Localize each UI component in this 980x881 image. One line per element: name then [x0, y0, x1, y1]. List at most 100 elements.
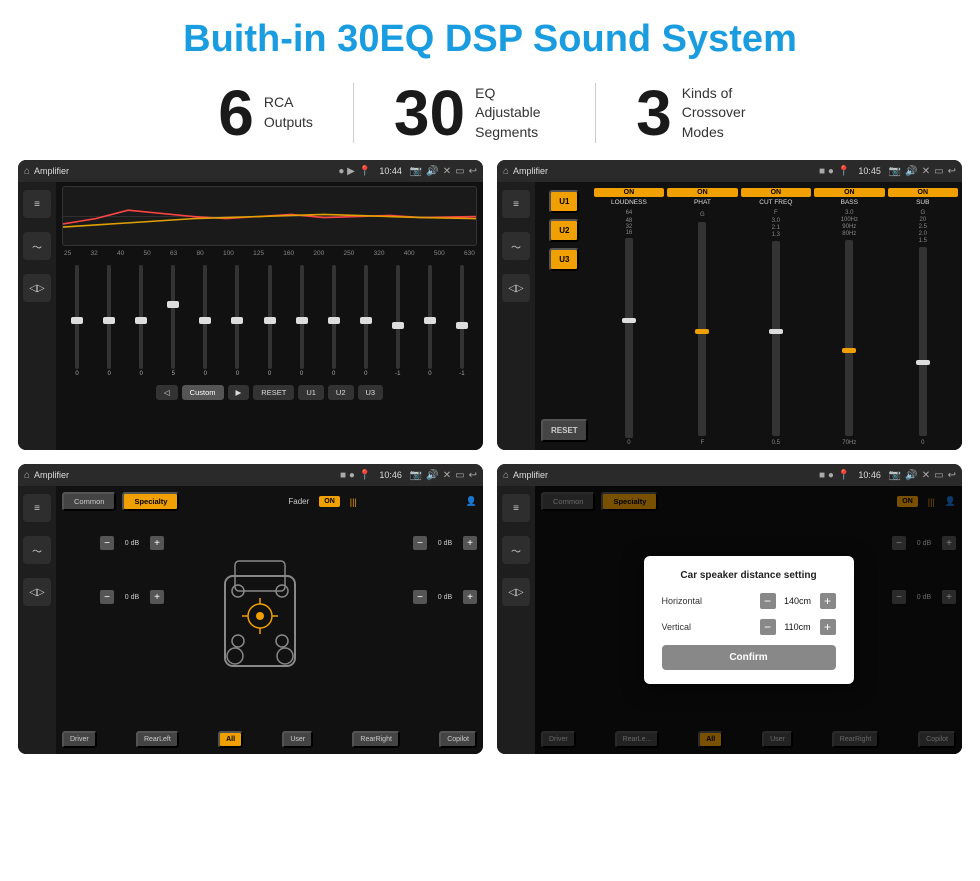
eq-slider-3: 5	[158, 265, 188, 377]
eq-slider-2: 0	[126, 265, 156, 377]
vertical-minus-btn[interactable]: −	[760, 619, 776, 635]
status-bar-1: ⌂ Amplifier ● ▶ 📍 10:44 📷 🔊 ✕ ▭ ↩	[18, 160, 483, 182]
dist-sidebar-btn-3[interactable]: ◁▷	[502, 578, 530, 606]
eq-slider-0: 0	[62, 265, 92, 377]
ch2-plus[interactable]: +	[150, 590, 164, 604]
x-icon-4: ✕	[922, 470, 930, 481]
rect-icon-1: ▭	[455, 166, 464, 177]
page-title: Buith-in 30EQ DSP Sound System	[0, 0, 980, 71]
time-1: 10:44	[379, 166, 402, 176]
stat-eq-text: EQ AdjustableSegments	[475, 84, 555, 143]
ch-row-1: − 0 dB +	[100, 536, 164, 550]
app-name-1: Amplifier	[34, 166, 334, 176]
copilot-btn-3[interactable]: Copilot	[439, 731, 477, 748]
vertical-row: Vertical − 110cm +	[662, 619, 836, 635]
xover-sidebar-btn-2[interactable]: 〜	[502, 232, 530, 260]
rearright-btn-3[interactable]: RearRight	[352, 731, 400, 748]
reset-preset-btn[interactable]: RESET	[541, 419, 588, 442]
eq-slider-8: 0	[319, 265, 349, 377]
dots-icon-4: ■ ●	[819, 470, 834, 481]
eq-sidebar-btn-2[interactable]: 〜	[23, 232, 51, 260]
driver-btn-3[interactable]: Driver	[62, 731, 97, 748]
eq-freq-labels: 253240506380100125160200250320400500630	[62, 250, 477, 257]
custom-btn[interactable]: Custom	[182, 385, 224, 400]
ch3-minus[interactable]: −	[413, 536, 427, 550]
common-tab-3[interactable]: Common	[62, 492, 116, 511]
u2-btn[interactable]: U2	[328, 385, 354, 400]
xover-main: U1 U2 U3 RESET ON LOUDNESS	[535, 182, 962, 450]
preset-col: U1 U2 U3 RESET	[539, 186, 590, 446]
vol-icon-2: 🔊	[905, 166, 917, 177]
ch-row-3: − 0 dB +	[413, 536, 477, 550]
confirm-button[interactable]: Confirm	[662, 645, 836, 670]
stat-crossover-text: Kinds ofCrossover Modes	[682, 84, 762, 143]
app-name-2: Amplifier	[513, 166, 815, 176]
fader-on-3: ON	[319, 496, 340, 507]
ch4-plus[interactable]: +	[463, 590, 477, 604]
vslider-cutfreq: F 3.0 2.1 1.3 0.5	[741, 210, 811, 446]
u3-preset-btn[interactable]: U3	[549, 248, 579, 271]
fader-bars-3: |||	[350, 497, 357, 507]
prev-btn[interactable]: ◁	[156, 385, 178, 400]
vertical-plus-btn[interactable]: +	[820, 619, 836, 635]
time-2: 10:45	[858, 166, 881, 176]
fader-sidebar-btn-2[interactable]: 〜	[23, 536, 51, 564]
eq-slider-5: 0	[222, 265, 252, 377]
eq-content: 253240506380100125160200250320400500630 …	[56, 182, 483, 450]
fader4-main: Common Specialty ON ||| 👤 Driver RearLe.…	[535, 486, 962, 754]
car-diagram	[210, 546, 330, 686]
dist-sidebar-btn-1[interactable]: ≡	[502, 494, 530, 522]
phat-label: PHAT	[667, 199, 737, 206]
eq-sidebar-btn-3[interactable]: ◁▷	[23, 274, 51, 302]
eq-sidebar-btn-1[interactable]: ≡	[23, 190, 51, 218]
u3-btn[interactable]: U3	[358, 385, 384, 400]
xover-sidebar-btn-3[interactable]: ◁▷	[502, 274, 530, 302]
ch1-minus[interactable]: −	[100, 536, 114, 550]
time-3: 10:46	[379, 470, 402, 480]
u1-btn[interactable]: U1	[298, 385, 324, 400]
ch4-minus[interactable]: −	[413, 590, 427, 604]
sidebar-2: ≡ 〜 ◁▷	[497, 182, 535, 450]
ch2-minus[interactable]: −	[100, 590, 114, 604]
u1-preset-btn[interactable]: U1	[549, 190, 579, 213]
cam-icon-2: 📷	[889, 166, 901, 177]
screen-body-4: ≡ 〜 ◁▷ Common Specialty ON ||| 👤 Driver …	[497, 486, 962, 754]
xover-channels: ON LOUDNESS ON PHAT ON CUT FREQ	[594, 186, 958, 446]
all-btn-3[interactable]: All	[218, 731, 243, 748]
xover-sidebar-btn-1[interactable]: ≡	[502, 190, 530, 218]
horizontal-row: Horizontal − 140cm +	[662, 593, 836, 609]
eq-graph	[62, 186, 477, 246]
location-icon-2: 📍	[838, 166, 850, 177]
specialty-tab-3[interactable]: Specialty	[122, 492, 179, 511]
eq-bottom-bar: ◁ Custom ▶ RESET U1 U2 U3	[62, 385, 477, 400]
horizontal-minus-btn[interactable]: −	[760, 593, 776, 609]
horizontal-plus-btn[interactable]: +	[820, 593, 836, 609]
u2-preset-btn[interactable]: U2	[549, 219, 579, 242]
screen-distance: ⌂ Amplifier ■ ● 📍 10:46 📷 🔊 ✕ ▭ ↩ ≡ 〜 ◁▷…	[497, 464, 962, 754]
rearleft-btn-3[interactable]: RearLeft	[136, 731, 179, 748]
stats-row: 6 RCAOutputs 30 EQ AdjustableSegments 3 …	[0, 71, 980, 160]
screen-body-3: ≡ 〜 ◁▷ Common Specialty Fader ON ||| 👤 −	[18, 486, 483, 754]
fader-sidebar-btn-1[interactable]: ≡	[23, 494, 51, 522]
ch-loudness: ON LOUDNESS	[594, 188, 664, 206]
stat-eq: 30 EQ AdjustableSegments	[354, 81, 595, 145]
channel-headers: ON LOUDNESS ON PHAT ON CUT FREQ	[594, 186, 958, 206]
dialog-overlay: Car speaker distance setting Horizontal …	[535, 486, 962, 754]
stat-eq-number: 30	[394, 81, 465, 145]
eq-sliders: 0 0 0 5 0 0 0 0 0 0 -1 0 -1	[62, 261, 477, 381]
ch1-plus[interactable]: +	[150, 536, 164, 550]
eq-slider-7: 0	[287, 265, 317, 377]
vol-icon-4: 🔊	[905, 470, 917, 481]
fader-sidebar-btn-3[interactable]: ◁▷	[23, 578, 51, 606]
ch-bass: ON BASS	[814, 188, 884, 206]
home-icon-3: ⌂	[24, 470, 30, 481]
dots-icon-1: ● ▶	[338, 166, 355, 177]
ch3-plus[interactable]: +	[463, 536, 477, 550]
play-btn[interactable]: ▶	[228, 385, 250, 400]
on-badge-loudness: ON	[594, 188, 664, 197]
cam-icon-3: 📷	[410, 470, 422, 481]
user-btn-3[interactable]: User	[282, 731, 313, 748]
location-icon-4: 📍	[838, 470, 850, 481]
dist-sidebar-btn-2[interactable]: 〜	[502, 536, 530, 564]
reset-btn[interactable]: RESET	[253, 385, 294, 400]
